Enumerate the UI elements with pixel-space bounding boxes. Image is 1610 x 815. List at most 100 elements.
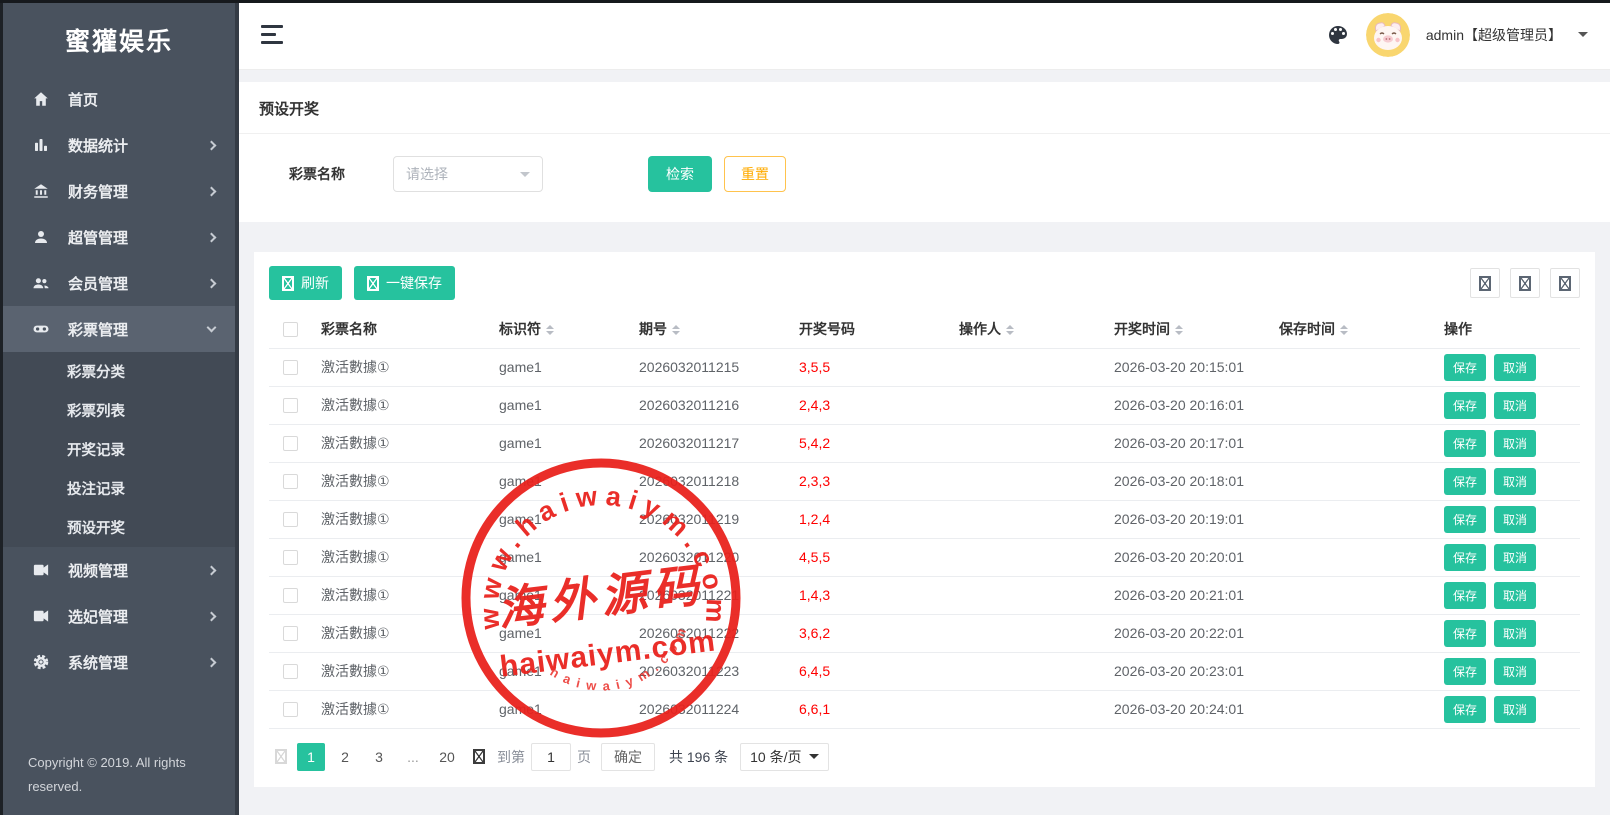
checkbox[interactable] bbox=[283, 512, 298, 527]
save-button[interactable]: 保存 bbox=[1444, 430, 1486, 457]
save-button[interactable]: 保存 bbox=[1444, 696, 1486, 723]
cancel-button[interactable]: 取消 bbox=[1494, 658, 1536, 685]
submenu-item-4[interactable]: 投注记录 bbox=[3, 469, 235, 508]
checkbox[interactable] bbox=[283, 588, 298, 603]
menu-toggle-icon[interactable] bbox=[261, 25, 283, 44]
cancel-button[interactable]: 取消 bbox=[1494, 468, 1536, 495]
draw-numbers-cell: 3,6,2 bbox=[789, 614, 949, 652]
topbar: admin【超级管理员】 bbox=[239, 0, 1610, 70]
user-name[interactable]: admin【超级管理员】 bbox=[1426, 25, 1562, 45]
column-header-4: 开奖号码 bbox=[789, 310, 949, 348]
select-placeholder: 请选择 bbox=[406, 164, 448, 184]
checkbox[interactable] bbox=[283, 702, 298, 717]
submenu-item-3[interactable]: 开奖记录 bbox=[3, 430, 235, 469]
prev-page-icon[interactable] bbox=[275, 749, 287, 764]
chevron-right-icon bbox=[207, 140, 217, 150]
save-button[interactable]: 保存 bbox=[1444, 582, 1486, 609]
column-header-7[interactable]: 保存时间 bbox=[1269, 310, 1434, 348]
refresh-button[interactable]: 刷新 bbox=[269, 266, 342, 300]
sidebar-item-5[interactable]: 会员管理 bbox=[3, 260, 235, 306]
actions-cell: 保存取消 bbox=[1434, 576, 1580, 614]
select-all-checkbox[interactable] bbox=[269, 310, 311, 348]
draw-time-cell: 2026-03-20 20:22:01 bbox=[1104, 614, 1269, 652]
lottery-name-select[interactable]: 请选择 bbox=[393, 156, 543, 192]
sort-icon[interactable] bbox=[1175, 321, 1183, 339]
column-header-2[interactable]: 标识符 bbox=[489, 310, 629, 348]
sort-icon[interactable] bbox=[546, 321, 554, 339]
sidebar-item-2[interactable]: 数据统计 bbox=[3, 122, 235, 168]
cancel-button[interactable]: 取消 bbox=[1494, 620, 1536, 647]
draw-time-cell: 2026-03-20 20:17:01 bbox=[1104, 424, 1269, 462]
save-button[interactable]: 保存 bbox=[1444, 354, 1486, 381]
cancel-button[interactable]: 取消 bbox=[1494, 392, 1536, 419]
save-all-button[interactable]: 一键保存 bbox=[354, 266, 455, 300]
page-number-2[interactable]: 2 bbox=[331, 743, 359, 771]
search-button[interactable]: 检索 bbox=[648, 156, 712, 192]
actions-cell: 保存取消 bbox=[1434, 652, 1580, 690]
table-row: 激活數據①game120260320112223,6,22026-03-20 2… bbox=[269, 614, 1580, 652]
checkbox[interactable] bbox=[283, 474, 298, 489]
sidebar-item-label: 视频管理 bbox=[68, 560, 128, 581]
save-button[interactable]: 保存 bbox=[1444, 544, 1486, 571]
chevron-right-icon bbox=[207, 186, 217, 196]
checkbox[interactable] bbox=[283, 550, 298, 565]
save-button[interactable]: 保存 bbox=[1444, 392, 1486, 419]
checkbox[interactable] bbox=[283, 436, 298, 451]
cancel-button[interactable]: 取消 bbox=[1494, 582, 1536, 609]
operator-cell bbox=[949, 500, 1104, 538]
identifier-cell: game1 bbox=[489, 652, 629, 690]
sidebar-item-8[interactable]: 选妃管理 bbox=[3, 593, 235, 639]
column-header-8: 操作 bbox=[1434, 310, 1580, 348]
per-page-select[interactable]: 10 条/页 bbox=[740, 743, 828, 771]
column-header-5[interactable]: 操作人 bbox=[949, 310, 1104, 348]
draw-time-cell: 2026-03-20 20:20:01 bbox=[1104, 538, 1269, 576]
checkbox[interactable] bbox=[283, 360, 298, 375]
filter-columns-button[interactable] bbox=[1470, 268, 1500, 298]
page-number-1[interactable]: 1 bbox=[297, 743, 325, 771]
sidebar-item-label: 彩票管理 bbox=[68, 319, 128, 340]
save-button[interactable]: 保存 bbox=[1444, 658, 1486, 685]
goto-page-input[interactable] bbox=[531, 743, 571, 771]
cancel-button[interactable]: 取消 bbox=[1494, 354, 1536, 381]
print-button[interactable] bbox=[1550, 268, 1580, 298]
user-dropdown-caret-icon[interactable] bbox=[1578, 32, 1588, 42]
theme-palette-icon[interactable] bbox=[1326, 23, 1350, 47]
sidebar-item-6[interactable]: 彩票管理 bbox=[3, 306, 235, 352]
sidebar-item-7[interactable]: 视频管理 bbox=[3, 547, 235, 593]
operator-cell bbox=[949, 424, 1104, 462]
checkbox[interactable] bbox=[283, 626, 298, 641]
column-header-3[interactable]: 期号 bbox=[629, 310, 789, 348]
export-button[interactable] bbox=[1510, 268, 1540, 298]
table-toolbar: 刷新 一键保存 bbox=[269, 266, 1580, 300]
checkbox[interactable] bbox=[283, 322, 298, 337]
cancel-button[interactable]: 取消 bbox=[1494, 544, 1536, 571]
save-button[interactable]: 保存 bbox=[1444, 506, 1486, 533]
sort-icon[interactable] bbox=[1340, 321, 1348, 339]
checkbox[interactable] bbox=[283, 398, 298, 413]
issue-number-cell: 2026032011224 bbox=[629, 690, 789, 728]
cancel-button[interactable]: 取消 bbox=[1494, 430, 1536, 457]
reset-button[interactable]: 重置 bbox=[724, 156, 786, 192]
sidebar-item-3[interactable]: 财务管理 bbox=[3, 168, 235, 214]
checkbox[interactable] bbox=[283, 664, 298, 679]
page-number-20[interactable]: 20 bbox=[433, 743, 461, 771]
column-header-6[interactable]: 开奖时间 bbox=[1104, 310, 1269, 348]
user-avatar[interactable] bbox=[1366, 13, 1410, 57]
goto-confirm-button[interactable]: 确定 bbox=[601, 743, 655, 771]
page-number-3[interactable]: 3 bbox=[365, 743, 393, 771]
sidebar-item-9[interactable]: 系统管理 bbox=[3, 639, 235, 685]
sidebar-item-4[interactable]: 超管管理 bbox=[3, 214, 235, 260]
save-button[interactable]: 保存 bbox=[1444, 468, 1486, 495]
sort-icon[interactable] bbox=[1006, 321, 1014, 339]
sort-icon[interactable] bbox=[672, 321, 680, 339]
submenu-item-2[interactable]: 彩票列表 bbox=[3, 391, 235, 430]
sidebar-item-1[interactable]: 首页 bbox=[3, 76, 235, 122]
cancel-button[interactable]: 取消 bbox=[1494, 696, 1536, 723]
cancel-button[interactable]: 取消 bbox=[1494, 506, 1536, 533]
save-button[interactable]: 保存 bbox=[1444, 620, 1486, 647]
next-page-icon[interactable] bbox=[473, 749, 485, 764]
operator-cell bbox=[949, 538, 1104, 576]
submenu-item-5[interactable]: 预设开奖 bbox=[3, 508, 235, 547]
submenu-item-1[interactable]: 彩票分类 bbox=[3, 352, 235, 391]
sidebar-item-label: 系统管理 bbox=[68, 652, 128, 673]
